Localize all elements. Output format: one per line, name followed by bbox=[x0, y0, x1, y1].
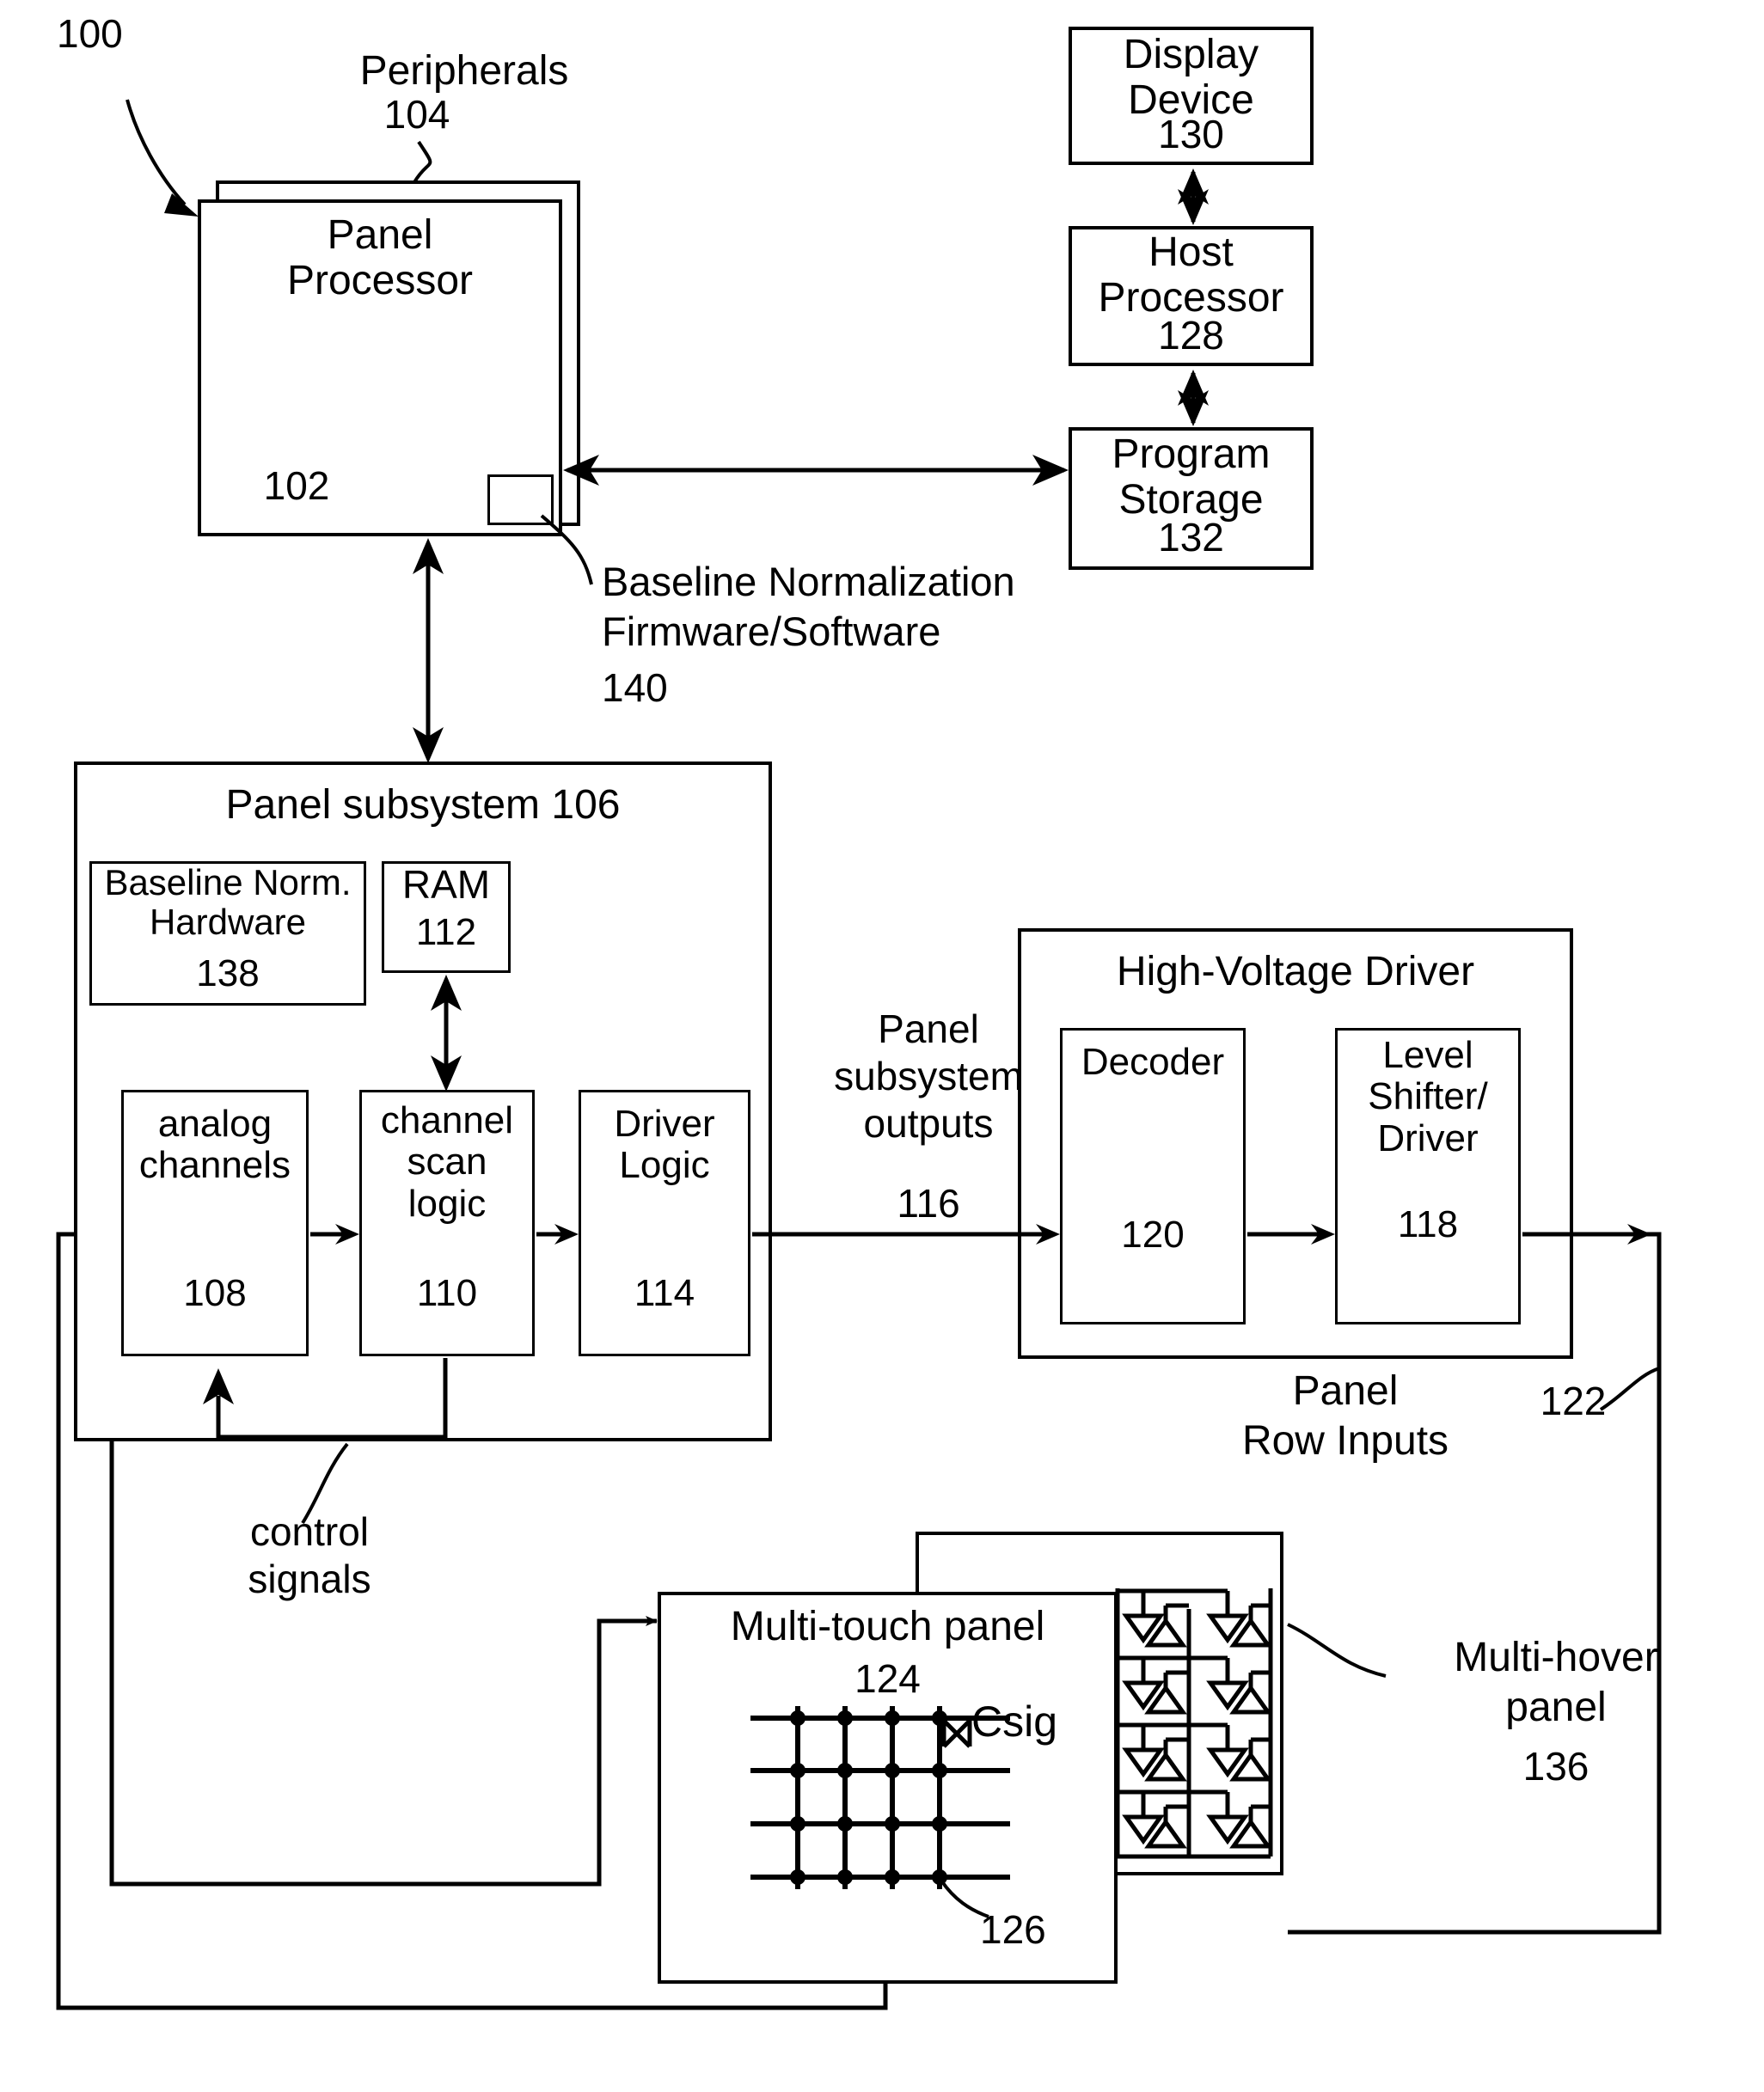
figure-number: 100 bbox=[57, 11, 123, 56]
program-storage-label: Program Storage bbox=[1112, 431, 1271, 523]
driver-logic-number: 114 bbox=[634, 1272, 695, 1314]
multi-hover-panel-number: 136 bbox=[1522, 1744, 1589, 1789]
high-voltage-driver-label: High-Voltage Driver bbox=[1116, 949, 1475, 994]
baseline-normalization-hardware-label: Baseline Norm. Hardware bbox=[104, 862, 352, 943]
analog-channels-number: 108 bbox=[183, 1272, 247, 1314]
panel-row-inputs-label: Panel Row Inputs bbox=[1241, 1368, 1449, 1464]
figure-callout-arrow bbox=[126, 99, 187, 206]
baseline-normalization-firmware-number: 140 bbox=[602, 665, 668, 710]
ram-label: RAM bbox=[401, 862, 491, 907]
display-device-number: 130 bbox=[1158, 112, 1224, 156]
peripherals-link-arrowhead-right bbox=[1032, 455, 1069, 486]
decoder-label: Decoder bbox=[1081, 1041, 1225, 1083]
processor-subsystem-arrowhead-down bbox=[413, 727, 444, 763]
figure-callout-arrowhead bbox=[164, 193, 199, 217]
program-storage-number: 132 bbox=[1158, 515, 1224, 560]
display-host-arrowhead-down bbox=[1178, 189, 1209, 225]
baseline-normalization-hardware-number: 138 bbox=[196, 952, 260, 994]
host-processor-label: Host Processor bbox=[1098, 229, 1284, 321]
analog-channels-label: analog channels bbox=[138, 1103, 291, 1187]
panel-processor-number: 102 bbox=[263, 463, 330, 508]
peripherals-number: 104 bbox=[383, 92, 450, 137]
baseline-normalization-firmware-box bbox=[487, 474, 554, 525]
panel-processor-label: Panel Processor bbox=[286, 212, 474, 303]
host-processor-number: 128 bbox=[1158, 313, 1224, 358]
peripherals-leader bbox=[413, 140, 432, 184]
host-storage-arrowhead-up bbox=[1178, 370, 1209, 406]
csig-label: Csig bbox=[971, 1697, 1058, 1746]
control-signals-label: control signals bbox=[248, 1509, 371, 1602]
multi-touch-panel-label: Multi-touch panel bbox=[730, 1604, 1045, 1649]
multi-touch-panel-number: 124 bbox=[854, 1656, 921, 1701]
channel-scan-logic-label: channel scan logic bbox=[380, 1099, 514, 1225]
display-host-arrowhead-up bbox=[1178, 168, 1209, 205]
panel-subsystem-label: Panel subsystem 106 bbox=[225, 782, 621, 828]
decoder-number: 120 bbox=[1121, 1214, 1185, 1256]
panel-row-inputs-arrowhead bbox=[1627, 1224, 1651, 1245]
patent-figure-canvas: 100 Panel Processor 102 Peripherals 104 B… bbox=[0, 0, 1764, 2092]
multi-hover-panel-leader bbox=[1287, 1623, 1387, 1678]
level-shifter-driver-label: Level Shifter/Driver bbox=[1368, 1034, 1488, 1159]
multi-hover-panel-label: Multi-hover panel bbox=[1454, 1635, 1658, 1730]
peripherals-label: Peripherals bbox=[359, 48, 569, 94]
display-device-label: Display Device bbox=[1123, 32, 1259, 123]
panel-row-inputs-number: 122 bbox=[1540, 1379, 1607, 1423]
baseline-normalization-firmware-label: Baseline Normalization Firmware/Software bbox=[602, 559, 1015, 654]
driver-logic-label: Driver Logic bbox=[614, 1103, 715, 1187]
processor-subsystem-arrowhead-up bbox=[413, 538, 444, 574]
level-shifter-driver-number: 118 bbox=[1397, 1203, 1459, 1245]
pixel-number: 126 bbox=[980, 1907, 1046, 1952]
channel-scan-logic-number: 110 bbox=[416, 1272, 478, 1314]
host-storage-arrowhead-down bbox=[1178, 390, 1209, 426]
ram-number: 112 bbox=[415, 911, 477, 953]
